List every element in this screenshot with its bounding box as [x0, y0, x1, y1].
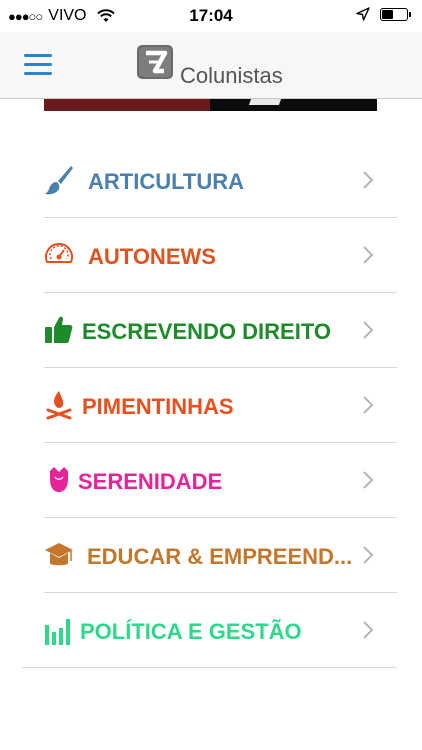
banner-image[interactable]	[44, 99, 377, 111]
chevron-right-icon	[363, 321, 374, 339]
list-item-label: EDUCAR & EMPREEND...	[87, 544, 353, 569]
list-item-pimentinhas[interactable]: PIMENTINHAS	[44, 367, 397, 443]
graduation-cap-icon	[45, 543, 73, 566]
list-item-label: ARTICULTURA	[88, 169, 245, 194]
rose-icon	[50, 467, 68, 492]
list-item-label: AUTONEWS	[88, 244, 216, 269]
app-logo	[137, 45, 173, 79]
chevron-right-icon	[363, 471, 374, 489]
list-item-label: SERENIDADE	[78, 469, 223, 494]
list-item-serenidade[interactable]: SERENIDADE	[44, 442, 397, 518]
chevron-right-icon	[363, 246, 374, 264]
status-right	[356, 7, 411, 21]
paintbrush-icon	[45, 166, 73, 195]
battery-level-fill	[382, 9, 393, 19]
list-item-escrevendo-direito[interactable]: ESCREVENDO DIREITO	[44, 292, 397, 368]
list-item-label: ESCREVENDO DIREITO	[82, 319, 331, 344]
page-title: Colunistas	[180, 63, 283, 88]
thumbs-up-icon	[45, 316, 73, 343]
chevron-right-icon	[363, 171, 374, 189]
campfire-icon	[46, 391, 72, 420]
speedometer-icon	[45, 243, 73, 263]
hamburger-menu-icon[interactable]	[24, 54, 52, 76]
list-item-articultura[interactable]: ARTICULTURA	[44, 142, 397, 218]
list-item-autonews[interactable]: AUTONEWS	[44, 217, 397, 293]
chevron-right-icon	[363, 396, 374, 414]
location-arrow-icon	[356, 7, 370, 21]
chevron-right-icon	[363, 546, 374, 564]
list-item-politica-e-gestao[interactable]: POLÍTICA E GESTÃO	[22, 592, 397, 668]
battery-icon	[380, 7, 411, 21]
list-item-educar-empreender[interactable]: EDUCAR & EMPREEND...	[44, 517, 397, 593]
status-bar: ●●●○○ VIVO 17:04	[0, 0, 422, 32]
banner-left	[44, 99, 210, 111]
navigation-bar: Colunistas	[0, 32, 422, 99]
list-item-label: PIMENTINHAS	[82, 394, 234, 419]
chevron-right-icon	[363, 621, 374, 639]
banner-right	[210, 99, 377, 111]
bar-chart-icon	[45, 619, 70, 645]
list-item-label: POLÍTICA E GESTÃO	[80, 619, 302, 644]
